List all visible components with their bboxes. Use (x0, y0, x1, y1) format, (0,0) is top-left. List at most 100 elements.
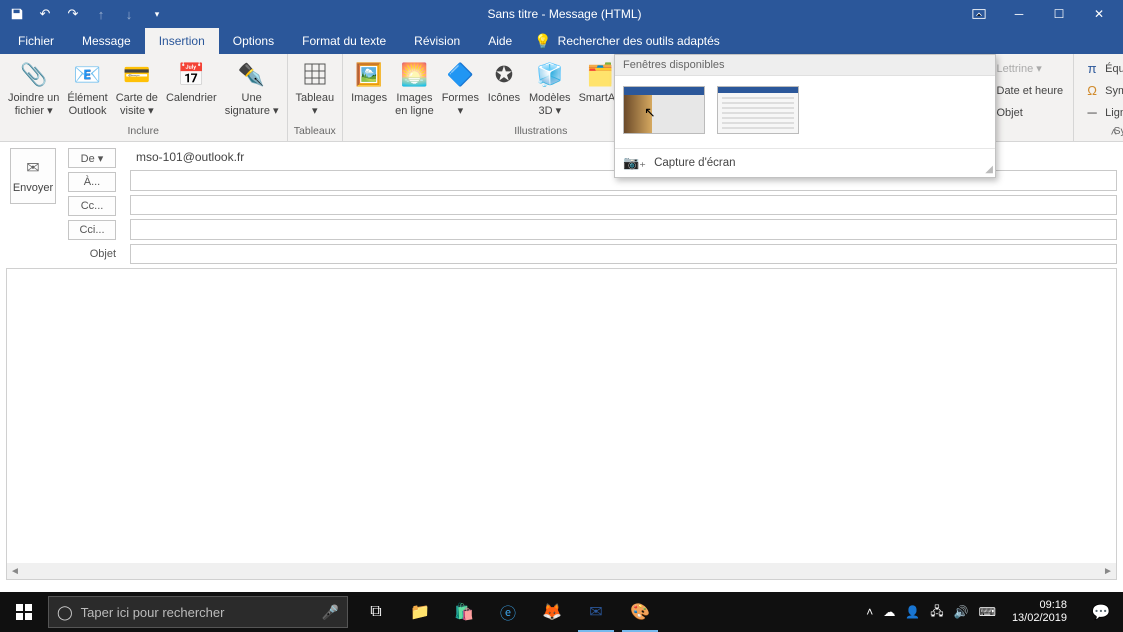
start-button[interactable] (0, 592, 48, 632)
window-title: Sans titre - Message (HTML) (170, 7, 959, 21)
qat-customize-button[interactable]: ▾ (144, 2, 170, 26)
tray-chevron-up-icon[interactable]: ˄ (866, 605, 873, 619)
image-online-icon: 🌅 (398, 58, 430, 90)
task-icons: ⧉ 📁 🛍️ ⓔ 🦊 ✉ 🎨 (354, 592, 662, 632)
to-button[interactable]: À... (68, 172, 116, 192)
tell-me-search[interactable]: 💡 Rechercher des outils adaptés (526, 28, 728, 54)
horizontal-scrollbar[interactable]: ◄ ► (7, 563, 1116, 579)
taskbar-search[interactable]: ◯ Taper ici pour rechercher 🎤 (48, 596, 348, 628)
smartart-icon: 🗂️ (584, 58, 616, 90)
cc-input[interactable] (130, 195, 1117, 215)
qat-up-icon[interactable]: ↑ (88, 2, 114, 26)
action-center-button[interactable]: 💬 (1083, 592, 1119, 632)
group-tableaux: Tableau ▾ Tableaux (288, 54, 344, 141)
cc-button[interactable]: Cc... (68, 196, 116, 216)
images-button[interactable]: 🖼️Images (347, 56, 391, 107)
calendar-icon: 📅 (175, 58, 207, 90)
lightbulb-icon: 💡 (534, 33, 551, 50)
close-button[interactable]: ✕ (1079, 0, 1119, 28)
search-placeholder: Taper ici pour rechercher (81, 605, 314, 620)
tab-format[interactable]: Format du texte (288, 28, 400, 54)
window-thumbnail-2[interactable] (717, 86, 799, 134)
microphone-icon[interactable]: 🎤 (322, 604, 339, 621)
search-circle-icon: ◯ (57, 604, 73, 621)
ribbon-display-button[interactable] (959, 0, 999, 28)
tray-network-icon[interactable]: 🖧 (930, 602, 943, 623)
scroll-left-button[interactable]: ◄ (7, 563, 23, 579)
cci-input[interactable] (130, 219, 1117, 239)
scroll-track[interactable] (23, 563, 1100, 579)
message-body[interactable]: ◄ ► (6, 268, 1117, 580)
save-button[interactable] (4, 2, 30, 26)
tray-volume-icon[interactable]: 🔊 (954, 605, 969, 619)
screen-clipping-label: Capture d'écran (654, 157, 735, 169)
card-icon: 💳 (121, 58, 153, 90)
screen-clipping-button[interactable]: 📷₊ Capture d'écran (615, 148, 995, 177)
camera-plus-icon: 📷₊ (623, 155, 646, 171)
hr-icon: ─ (1084, 105, 1100, 121)
attach-file-button[interactable]: 📎Joindre un fichier ▾ (4, 56, 63, 120)
tab-file[interactable]: Fichier (4, 28, 68, 54)
cci-button[interactable]: Cci... (68, 220, 116, 240)
hr-button[interactable]: ─Ligne horizontale (1078, 102, 1123, 123)
signature-icon: ✒️ (236, 58, 268, 90)
subject-label: Objet (68, 244, 116, 264)
signature-button[interactable]: ✒️Une signature ▾ (221, 56, 283, 120)
shapes-button[interactable]: 🔷Formes ▾ (438, 56, 483, 120)
symbol-button[interactable]: ΩSymbole ▾ (1078, 80, 1123, 101)
send-icon: ✉ (26, 158, 39, 178)
icons-icon: ✪ (488, 58, 520, 90)
image-icon: 🖼️ (353, 58, 385, 90)
tab-aide[interactable]: Aide (474, 28, 526, 54)
capture-thumbnails (615, 76, 995, 148)
tab-message[interactable]: Message (68, 28, 145, 54)
task-view-button[interactable]: ⧉ (354, 592, 398, 632)
window-controls: ─ ☐ ✕ (959, 0, 1119, 28)
taskbar-explorer[interactable]: 📁 (398, 592, 442, 632)
business-card-button[interactable]: 💳Carte de visite ▾ (112, 56, 162, 120)
qat-down-icon[interactable]: ↓ (116, 2, 142, 26)
scroll-right-button[interactable]: ► (1100, 563, 1116, 579)
subject-input[interactable] (130, 244, 1117, 264)
taskbar: ◯ Taper ici pour rechercher 🎤 ⧉ 📁 🛍️ ⓔ 🦊… (0, 592, 1123, 632)
envelope-icon: 📧 (72, 58, 104, 90)
from-button[interactable]: De ▾ (68, 148, 116, 168)
shapes-icon: 🔷 (444, 58, 476, 90)
redo-button[interactable]: ↷ (60, 2, 86, 26)
ribbon-tabs: Fichier Message Insertion Options Format… (0, 28, 1123, 54)
send-button[interactable]: ✉ Envoyer (10, 148, 56, 204)
ribbon: 📎Joindre un fichier ▾ 📧Élément Outlook 💳… (0, 54, 1123, 142)
taskbar-outlook[interactable]: ✉ (574, 592, 618, 632)
pi-icon: π (1084, 61, 1100, 77)
maximize-button[interactable]: ☐ (1039, 0, 1079, 28)
table-button[interactable]: Tableau ▾ (292, 56, 339, 120)
cube-icon: 🧊 (534, 58, 566, 90)
icons-button[interactable]: ✪Icônes (483, 56, 525, 107)
taskbar-paint[interactable]: 🎨 (618, 592, 662, 632)
tray-onedrive-icon[interactable]: ☁ (883, 605, 895, 619)
tray-people-icon[interactable]: 👤 (905, 605, 920, 619)
tab-options[interactable]: Options (219, 28, 288, 54)
equation-button[interactable]: πÉquation ▾ (1078, 58, 1123, 79)
taskbar-edge[interactable]: ⓔ (486, 592, 530, 632)
tab-insertion[interactable]: Insertion (145, 28, 219, 54)
collapse-ribbon-button[interactable]: ˄ (1111, 127, 1117, 139)
undo-button[interactable]: ↶ (32, 2, 58, 26)
taskbar-firefox[interactable]: 🦊 (530, 592, 574, 632)
system-tray: ˄ ☁ 👤 🖧 🔊 ⌨ 09:18 13/02/2019 💬 (866, 592, 1123, 632)
models3d-button[interactable]: 🧊Modèles 3D ▾ (525, 56, 575, 120)
taskbar-clock[interactable]: 09:18 13/02/2019 (1006, 599, 1073, 625)
resize-grip-icon[interactable]: ◢ (985, 164, 993, 175)
paperclip-icon: 📎 (18, 58, 50, 90)
taskbar-store[interactable]: 🛍️ (442, 592, 486, 632)
tray-keyboard-icon[interactable]: ⌨ (979, 605, 996, 619)
minimize-button[interactable]: ─ (999, 0, 1039, 28)
calendar-button[interactable]: 📅Calendrier (162, 56, 221, 107)
images-online-button[interactable]: 🌅Images en ligne (391, 56, 438, 120)
tab-revision[interactable]: Révision (400, 28, 474, 54)
capture-dropdown-panel: Fenêtres disponibles 📷₊ Capture d'écran … (614, 54, 996, 178)
outlook-item-button[interactable]: 📧Élément Outlook (63, 56, 111, 120)
window-thumbnail-1[interactable] (623, 86, 705, 134)
tell-me-label: Rechercher des outils adaptés (558, 34, 720, 48)
send-label: Envoyer (13, 182, 53, 194)
